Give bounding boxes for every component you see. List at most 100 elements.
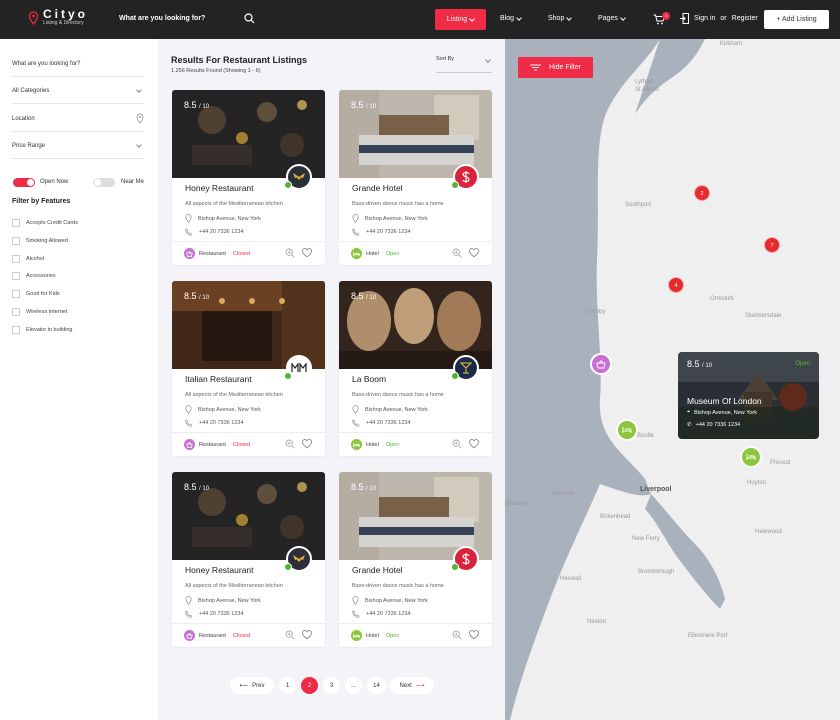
nav-shop[interactable]: Shop (548, 14, 573, 22)
nav-pages[interactable]: Pages (598, 14, 626, 22)
zoom-in-icon[interactable] (285, 248, 295, 258)
header-search-input[interactable]: What are you looking for? (119, 15, 205, 22)
category-select[interactable]: All Categories (12, 77, 144, 104)
listing-card[interactable]: 8.5 / 10 La Boom Bass-driven dance music… (339, 281, 492, 456)
checkbox[interactable] (12, 326, 20, 334)
listing-name[interactable]: La Boom (352, 374, 386, 384)
checkbox[interactable] (12, 308, 20, 316)
phone-icon (352, 610, 360, 618)
checkbox[interactable] (12, 272, 20, 280)
listing-category[interactable]: Hotel Open (351, 439, 399, 450)
feature-checkbox[interactable]: Accessories (12, 272, 56, 280)
open-now-toggle[interactable] (13, 178, 35, 187)
map-cluster-marker[interactable]: 7 (764, 237, 780, 253)
search-icon[interactable] (244, 13, 255, 24)
page-1-button[interactable]: 1 (279, 677, 296, 694)
map-place-label: Skelmersdale (745, 313, 782, 319)
map-hotel-marker[interactable] (740, 446, 762, 468)
zoom-in-icon[interactable] (452, 248, 462, 258)
next-page-button[interactable]: Next ⟶ (390, 677, 434, 694)
nav-listing[interactable]: Listing (435, 9, 486, 30)
checkbox[interactable] (12, 290, 20, 298)
listing-name[interactable]: Italian Restaurant (185, 374, 252, 384)
checkbox[interactable] (12, 219, 20, 227)
feature-checkbox[interactable]: Smoking Allowed (12, 237, 68, 245)
hide-filter-button[interactable]: Hide Filter (518, 57, 593, 78)
listing-name[interactable]: Grande Hotel (352, 183, 403, 193)
arrow-right-icon: ⟶ (415, 683, 425, 689)
rating-scale: / 10 (199, 295, 210, 301)
feature-checkbox[interactable]: Good for Kids (12, 290, 60, 298)
near-me-toggle[interactable] (93, 178, 115, 187)
heart-icon[interactable] (469, 630, 479, 640)
location-input[interactable]: Location (12, 105, 144, 132)
features-title: Filter by Features (12, 198, 71, 205)
map-hotel-marker[interactable] (616, 419, 638, 441)
map-listing-popup[interactable]: 8.5 / 10 Open Museum Of London ⌖ Bishop A… (678, 352, 819, 439)
rating-value: 8.5 (687, 359, 700, 369)
listing-address: Bishop Avenue, New York (185, 405, 261, 414)
rating-value: 8.5 (184, 100, 197, 110)
feature-checkbox[interactable]: Elevator in building (12, 326, 72, 334)
map-place-label: Ormskirk (710, 296, 734, 302)
zoom-in-icon[interactable] (452, 439, 462, 449)
map-restaurant-marker[interactable] (590, 353, 612, 375)
phone-icon (352, 228, 360, 236)
popup-title[interactable]: Museum Of London (687, 396, 762, 406)
listing-category[interactable]: Restaurant Closed (184, 630, 250, 641)
nav-pages-label: Pages (598, 15, 618, 22)
heart-icon[interactable] (469, 439, 479, 449)
logo[interactable]: Cityo Listing & Directory (28, 8, 88, 27)
heart-icon[interactable] (469, 248, 479, 258)
nav-blog-label: Blog (500, 15, 515, 22)
listing-name[interactable]: Grande Hotel (352, 565, 403, 575)
register-link[interactable]: Register (732, 15, 758, 22)
nav-blog[interactable]: Blog (500, 14, 522, 22)
keyword-label: What are you looking for? (12, 61, 81, 67)
zoom-in-icon[interactable] (285, 439, 295, 449)
sign-in-link[interactable]: Sign in (694, 15, 715, 22)
listing-name[interactable]: Honey Restaurant (185, 565, 254, 575)
map-cluster-marker[interactable]: 4 (668, 277, 684, 293)
feature-checkbox[interactable]: Alcohol (12, 255, 44, 263)
feature-checkbox[interactable]: Accepts Credit Cards (12, 219, 78, 227)
keyword-input[interactable]: What are you looking for? (12, 50, 144, 77)
mm-logo-icon (291, 363, 307, 372)
phone-text: +44 20 7336 1234 (695, 422, 741, 428)
listing-card[interactable]: 8.5 / 10 Grande Hotel Bass-driven dance … (339, 472, 492, 647)
listing-name[interactable]: Honey Restaurant (185, 183, 254, 193)
page-2-button[interactable]: 2 (301, 677, 318, 694)
price-range-select[interactable]: Price Range (12, 132, 144, 159)
zoom-in-icon[interactable] (285, 630, 295, 640)
listing-category[interactable]: Restaurant Closed (184, 248, 250, 259)
page-3-button[interactable]: 3 (323, 677, 340, 694)
bed-icon (746, 454, 756, 460)
chevron-down-icon (136, 87, 142, 93)
basket-icon (596, 359, 606, 368)
listing-card[interactable]: 8.5 / 10 Grande Hotel Bass-driven dance … (339, 90, 492, 265)
sort-select[interactable]: Sort By (436, 56, 492, 73)
heart-icon[interactable] (302, 248, 312, 258)
listing-card[interactable]: 8.5 / 10 Italian Restaurant All aspects … (172, 281, 325, 456)
listing-phone: +44 20 7336 1234 (352, 419, 411, 427)
heart-icon[interactable] (302, 630, 312, 640)
listing-card[interactable]: 8.5 / 10 Honey Restaurant All aspects of… (172, 90, 325, 265)
verified-check-icon (284, 372, 292, 380)
prev-page-button[interactable]: ⟵ Prev (230, 677, 274, 694)
listing-category[interactable]: Hotel Open (351, 630, 399, 641)
add-listing-button[interactable]: + Add Listing (764, 10, 829, 29)
category-label: Restaurant (199, 250, 226, 257)
listing-category[interactable]: Restaurant Closed (184, 439, 250, 450)
map-cluster-marker[interactable]: 2 (694, 185, 710, 201)
address-text: Bishop Avenue, New York (365, 597, 428, 604)
top-header: Cityo Listing & Directory What are you l… (0, 0, 840, 39)
feature-checkbox[interactable]: Wireless Internet (12, 308, 67, 316)
listing-card[interactable]: 8.5 / 10 Honey Restaurant All aspects of… (172, 472, 325, 647)
checkbox[interactable] (12, 237, 20, 245)
page-14-button[interactable]: 14 (367, 677, 386, 694)
zoom-in-icon[interactable] (452, 630, 462, 640)
address-text: Bishop Avenue, New York (365, 406, 428, 413)
checkbox[interactable] (12, 255, 20, 263)
listing-category[interactable]: Hotel Open (351, 248, 399, 259)
heart-icon[interactable] (302, 439, 312, 449)
